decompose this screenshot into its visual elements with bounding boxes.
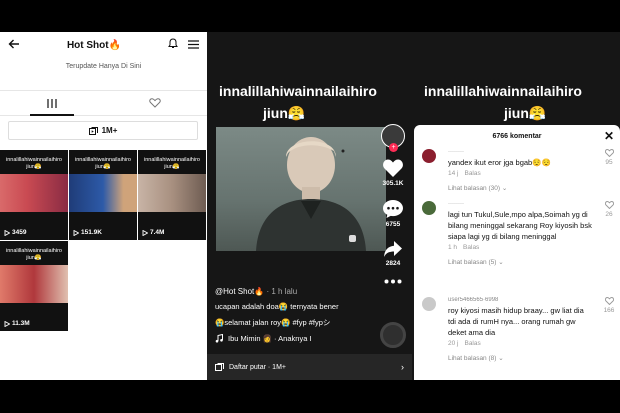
- playlist-icon: [88, 126, 98, 135]
- view-count: 3459: [4, 229, 26, 236]
- video-caption-line1: ucapan adalah doa😭 ternyata bener: [215, 302, 339, 311]
- like-count: 26: [605, 211, 613, 218]
- close-icon[interactable]: ✕: [604, 130, 614, 142]
- comment-username[interactable]: ········: [448, 201, 592, 209]
- comment-age: 20 j: [448, 340, 459, 347]
- comment-text: roy kiyosi masih hidup braay... gw liat …: [448, 306, 584, 337]
- post-time: · 1 h lalu: [266, 287, 298, 296]
- video-tile[interactable]: innalillahiwainnailaihiro jiun😤 7.4M: [138, 150, 206, 240]
- comment-like[interactable]: 166: [602, 297, 616, 314]
- comment-icon[interactable]: [382, 199, 404, 219]
- comments-overlay-title: innalillahiwainnailaihiro jiun😤: [424, 83, 582, 121]
- video-caption-line2: 😭selamat jalan roy😭 #fyp #fypシ: [215, 318, 331, 327]
- tile-thumbnail: [138, 174, 206, 212]
- follow-plus-icon[interactable]: +: [389, 143, 398, 152]
- play-icon: [4, 229, 10, 236]
- comment-username[interactable]: ········: [448, 149, 592, 157]
- more-icon[interactable]: [384, 279, 402, 284]
- view-replies-link[interactable]: Lihat balasan (5) ⌄: [448, 258, 592, 266]
- person-figure: [256, 137, 366, 251]
- music-note-icon: [215, 334, 223, 343]
- like-count: 95: [605, 159, 613, 166]
- view-replies-link[interactable]: Lihat balasan (8) ⌄: [448, 354, 592, 362]
- back-arrow-icon[interactable]: [8, 36, 20, 54]
- screenshot-collage: Hot Shot🔥 Terupdate Hanya Di Sini 1M+ in…: [0, 0, 620, 413]
- comment-count: 6755: [385, 221, 401, 228]
- playlist-label: 1M+: [101, 126, 118, 135]
- reply-button[interactable]: Balas: [464, 170, 480, 177]
- comments-header: 6766 komentar ✕: [414, 125, 620, 147]
- creator-avatar[interactable]: +: [381, 124, 405, 152]
- bell-icon[interactable]: [168, 36, 178, 54]
- menu-icon[interactable]: [187, 36, 199, 54]
- comment-text: lagi tun Tukul,Sule,mpo alpa,Soimah yg d…: [448, 210, 592, 241]
- profile-bio: Terupdate Hanya Di Sini: [65, 63, 142, 70]
- tab-liked[interactable]: [104, 91, 208, 115]
- profile-header: Hot Shot🔥: [0, 32, 207, 58]
- heart-eye-icon: [149, 98, 161, 108]
- play-icon: [4, 320, 10, 327]
- video-grid: innalillahiwainnailaihiro jiun😤 3459 inna…: [0, 150, 207, 331]
- playlist-icon: [215, 363, 224, 371]
- video-tile[interactable]: innalillahiwainnailaihiro jiun😤 151.9K: [69, 150, 137, 240]
- video-tile[interactable]: innalillahiwainnailaihiro jiun😤 3459: [0, 150, 68, 240]
- grid-icon: [47, 98, 57, 108]
- music-info[interactable]: Ibu Mimin 👩 · Anaknya I: [215, 334, 312, 343]
- action-sidebar: + 305.1K 6755 2824: [378, 124, 408, 284]
- tile-caption: innalillahiwainnailaihiro jiun😤: [144, 157, 200, 170]
- avatar[interactable]: [422, 297, 436, 311]
- playlist-bar[interactable]: Daftar putar · 1M+ ›: [207, 354, 412, 380]
- view-count: 11.3M: [4, 320, 30, 327]
- comment-text: yandex ikut eror jga bgab😌😌: [448, 158, 551, 167]
- heart-outline-icon: [604, 297, 614, 306]
- play-icon: [142, 229, 148, 236]
- playlist-bar-label: Daftar putar · 1M+: [229, 363, 286, 371]
- video-player[interactable]: [216, 127, 386, 251]
- tile-caption: innalillahiwainnailaihiro jiun😤: [75, 157, 131, 170]
- comments-sheet: 6766 komentar ✕ ········ yandex ikut ero…: [414, 125, 620, 380]
- profile-panel: Hot Shot🔥 Terupdate Hanya Di Sini 1M+ in…: [0, 32, 207, 380]
- view-replies-link[interactable]: Lihat balasan (30) ⌄: [448, 184, 592, 192]
- view-count: 7.4M: [142, 229, 164, 236]
- comment-like[interactable]: 26: [602, 201, 616, 218]
- tab-videos[interactable]: [0, 91, 104, 116]
- video-panel: innalillahiwainnailaihiro jiun😤 + 305.1K…: [207, 32, 412, 380]
- tile-caption: innalillahiwainnailaihiro jiun😤: [6, 248, 62, 261]
- like-count: 305.1K: [382, 180, 404, 187]
- comment-total: 6766 komentar: [492, 132, 542, 140]
- heart-outline-icon: [604, 201, 614, 210]
- reply-button[interactable]: Balas: [463, 244, 479, 251]
- tile-thumbnail: [69, 174, 137, 212]
- comment-age: 1 h: [448, 244, 458, 251]
- music-title: Ibu Mimin 👩 · Anaknya I: [228, 334, 312, 343]
- avatar[interactable]: [422, 149, 436, 163]
- tile-thumbnail: [0, 174, 68, 212]
- playlist-button[interactable]: 1M+: [8, 121, 198, 140]
- share-icon[interactable]: [383, 240, 403, 258]
- share-count: 2824: [385, 260, 401, 267]
- view-count: 151.9K: [73, 229, 102, 236]
- play-icon: [73, 229, 79, 236]
- avatar[interactable]: [422, 201, 436, 215]
- tile-thumbnail: [0, 265, 68, 303]
- video-overlay-title: innalillahiwainnailaihiro jiun😤: [219, 83, 377, 121]
- tile-caption: innalillahiwainnailaihiro jiun😤: [6, 157, 62, 170]
- chevron-right-icon: ›: [401, 362, 404, 372]
- comment-age: 14 j: [448, 170, 459, 177]
- comment-like[interactable]: 95: [602, 149, 616, 166]
- heart-icon[interactable]: [382, 158, 404, 178]
- profile-title: Hot Shot🔥: [66, 39, 122, 51]
- video-tile[interactable]: innalillahiwainnailaihiro jiun😤 11.3M: [0, 241, 68, 331]
- reply-button[interactable]: Balas: [464, 340, 480, 347]
- video-author[interactable]: @Hot Shot🔥 · 1 h lalu: [215, 287, 297, 296]
- comments-panel: innalillahiwainnailaihiro jiun😤 6766 kom…: [412, 32, 620, 380]
- heart-outline-icon: [604, 149, 614, 158]
- like-count: 166: [603, 307, 615, 314]
- author-name: @Hot Shot🔥: [215, 287, 265, 296]
- music-disc[interactable]: [380, 322, 406, 348]
- comment-username[interactable]: user5466565·6998: [448, 297, 592, 305]
- profile-tabs: [0, 90, 207, 116]
